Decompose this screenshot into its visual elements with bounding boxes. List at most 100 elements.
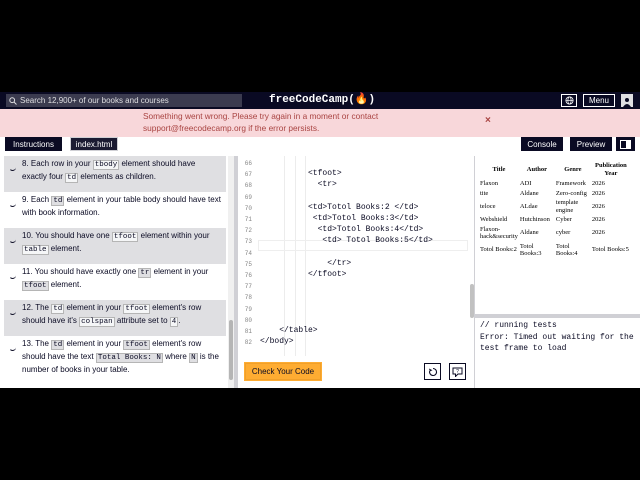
- code-line[interactable]: </table>: [260, 326, 317, 335]
- code-line[interactable]: <tr>: [260, 180, 337, 189]
- table-cell: template engine: [555, 199, 579, 214]
- table-cell: ADI: [519, 180, 532, 187]
- test-code: table: [22, 245, 49, 255]
- test-item: 12. The td element in your tfoot element…: [4, 300, 226, 336]
- check-your-code-button[interactable]: Check Your Code: [244, 362, 322, 381]
- test-text: .: [178, 316, 181, 325]
- avatar[interactable]: [621, 94, 633, 107]
- table-cell: 2026: [591, 202, 605, 210]
- line-number: 80: [244, 316, 252, 324]
- code-line[interactable]: <td>Totol Books:4</td>: [260, 225, 424, 234]
- test-code: td: [51, 304, 65, 314]
- footer-cell: Totol Books:3: [519, 242, 542, 258]
- test-text: element in your: [151, 267, 209, 276]
- layout-toggle-icon[interactable]: [616, 137, 635, 151]
- instructions-pane: 8. Each row in your tbody element should…: [0, 156, 234, 388]
- test-status-icon: [9, 202, 16, 207]
- test-number: 13.: [22, 339, 34, 348]
- table-cell: 2026: [591, 216, 605, 223]
- reset-icon[interactable]: [424, 363, 441, 380]
- test-text: element.: [48, 280, 82, 289]
- test-item: 9. Each td element in your table body sh…: [4, 192, 226, 228]
- line-number: 76: [244, 272, 252, 279]
- line-number: 71: [244, 216, 252, 223]
- test-code: tr: [138, 268, 152, 278]
- test-text: The: [33, 339, 52, 348]
- flash-text: Something went wrong. Please try again i…: [143, 111, 379, 133]
- preview-table: Title Author Genre Publication Year Flax…: [478, 160, 632, 260]
- table-cell: Zero-config: [555, 189, 587, 197]
- line-number: 73: [244, 238, 252, 246]
- code-line[interactable]: <td>Totol Books:3</td>: [260, 214, 419, 223]
- test-text: element within your: [138, 231, 210, 240]
- svg-text:?: ?: [456, 369, 459, 375]
- tabs-bar: Instructions index.html Console Preview: [0, 137, 640, 156]
- line-number: 77: [244, 283, 252, 291]
- header-author: Author: [526, 166, 547, 173]
- test-text: Each: [28, 195, 52, 204]
- test-code: tfoot: [22, 281, 49, 291]
- test-text: element in your: [64, 303, 124, 312]
- test-number: 8.: [22, 159, 29, 168]
- test-status-icon: [9, 310, 16, 315]
- instructions-scroll-thumb[interactable]: [229, 320, 233, 380]
- language-globe-icon[interactable]: [561, 94, 577, 107]
- test-number: 11.: [22, 267, 33, 276]
- line-number: 72: [244, 227, 252, 235]
- line-number: 67: [244, 171, 252, 179]
- help-icon[interactable]: ?: [449, 363, 466, 380]
- tab-preview[interactable]: Preview: [570, 137, 612, 151]
- test-code: td: [65, 173, 79, 183]
- app-window: Search 12,900+ of our books and courses …: [0, 92, 640, 388]
- header-genre: Genre: [564, 166, 582, 173]
- test-item: 10. You should have one tfoot element wi…: [4, 228, 226, 264]
- code-line[interactable]: </body>: [260, 337, 294, 346]
- close-icon[interactable]: ×: [485, 115, 491, 126]
- test-code: Total Books: N: [95, 353, 163, 363]
- table-cell: tite: [480, 189, 489, 197]
- test-code: tbody: [92, 160, 120, 170]
- line-number: 82: [244, 339, 252, 347]
- code-line[interactable]: <td>Totol Books:2 </td>: [260, 203, 418, 212]
- test-code: tfoot: [123, 304, 150, 314]
- table-cell: Webshield: [480, 216, 508, 223]
- brand-logo[interactable]: freeCodeCamp(🔥): [269, 94, 375, 107]
- table-row: Flaxon-hack&security Aldane cyber 2026: [480, 226, 630, 241]
- test-text: Each row in your: [28, 159, 93, 168]
- table-cell: Flaxon: [480, 180, 499, 187]
- test-text: where: [162, 352, 190, 361]
- test-number: 12.: [22, 303, 34, 312]
- code-line[interactable]: <tfoot>: [260, 169, 342, 178]
- table-header-row: Title Author Genre Publication Year: [480, 162, 630, 178]
- test-text: The: [33, 303, 52, 312]
- console-output: // running tests Error: Timed out waitin…: [475, 318, 640, 388]
- tab-instructions[interactable]: Instructions: [5, 137, 62, 151]
- code-editor[interactable]: 66 67 <tfoot> 68 <tr> 69 70 <td>Totol Books:…: [238, 156, 474, 356]
- line-number: 74: [244, 249, 252, 257]
- search-input[interactable]: Search 12,900+ of our books and courses: [20, 96, 169, 105]
- tab-index-html[interactable]: index.html: [70, 137, 118, 151]
- line-number: 78: [244, 294, 252, 302]
- table-cell: 2026: [591, 180, 605, 187]
- header-title: Title: [492, 166, 506, 173]
- test-text: You should have one: [33, 231, 112, 240]
- code-line[interactable]: </tfoot>: [260, 270, 346, 279]
- table-cell: Hutchinson: [519, 216, 550, 223]
- table-row: Webshield Hutchinson Cyber 2026: [480, 216, 630, 224]
- menu-button[interactable]: Menu: [583, 94, 615, 107]
- search-icon: [6, 94, 20, 107]
- table-cell: 2026: [591, 189, 605, 197]
- line-number: 68: [244, 182, 252, 190]
- table-row: teloce ALdae template engine 2026: [480, 199, 630, 214]
- table-cell: Cyber: [555, 216, 572, 223]
- test-item: 11. You should have exactly one tr eleme…: [4, 264, 226, 300]
- footer-cell: Totol Books:4: [555, 242, 578, 258]
- test-code: colspan: [79, 317, 115, 327]
- code-line[interactable]: <td> Totol Books:5</td>: [260, 236, 432, 245]
- test-number: 10.: [22, 231, 34, 240]
- tab-console[interactable]: Console: [521, 137, 563, 151]
- code-line[interactable]: </tr>: [260, 259, 351, 268]
- test-number: 9.: [22, 195, 29, 204]
- table-cell: teloce: [480, 202, 496, 210]
- search-bar[interactable]: Search 12,900+ of our books and courses: [6, 94, 242, 107]
